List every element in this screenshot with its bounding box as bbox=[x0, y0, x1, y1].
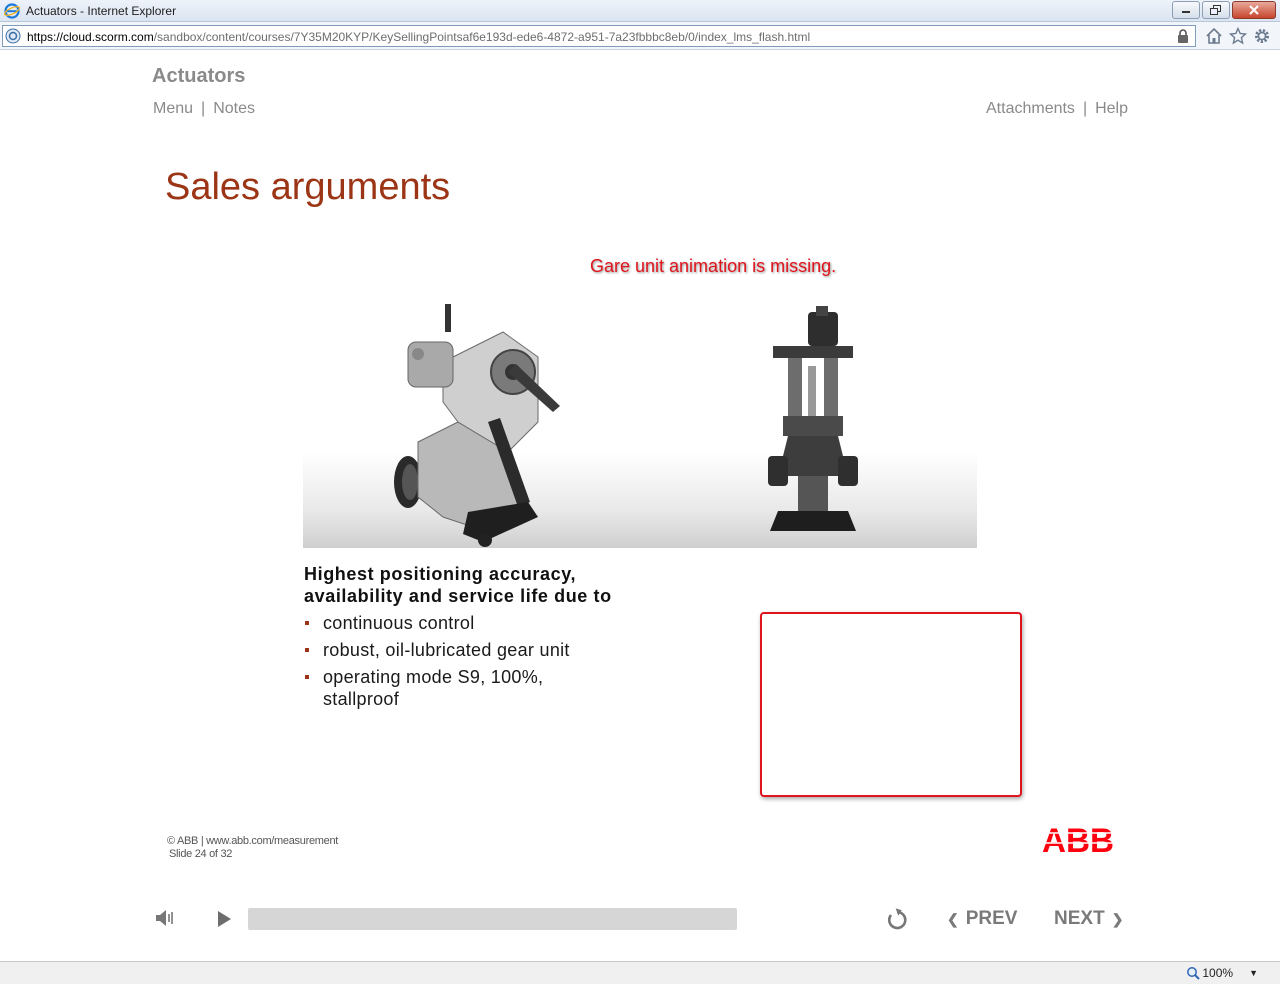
copyright-text: © ABB | www.abb.com/measurement bbox=[167, 835, 339, 847]
browser-status-bar: 100% ▼ bbox=[0, 961, 1280, 984]
bullet-item: continuous control bbox=[304, 612, 624, 634]
reviewer-note: Gare unit animation is missing. bbox=[590, 256, 837, 276]
slide-footer: © ABB | www.abb.com/measurement Slide 24… bbox=[167, 835, 338, 861]
replay-icon bbox=[887, 908, 907, 930]
headline-line-2: availability and service life due to bbox=[304, 586, 612, 606]
playback-progress-bar[interactable] bbox=[248, 908, 737, 930]
notes-link[interactable]: Notes bbox=[213, 100, 255, 118]
chevron-left-icon: ❮ bbox=[947, 910, 959, 927]
slide-headline: Highest positioning accuracy, availabili… bbox=[304, 563, 664, 607]
lock-icon[interactable] bbox=[1177, 29, 1189, 44]
chevron-right-icon: ❯ bbox=[1111, 910, 1124, 927]
prev-label: PREV bbox=[965, 908, 1018, 929]
play-button[interactable] bbox=[214, 908, 234, 930]
next-label: NEXT bbox=[1054, 908, 1105, 929]
next-button[interactable]: NEXT ❯ bbox=[1054, 905, 1130, 933]
annotation-box bbox=[760, 612, 1022, 797]
product-photo bbox=[303, 296, 977, 548]
address-bar: https://cloud.scorm.com/sandbox/content/… bbox=[0, 22, 1280, 50]
home-button[interactable] bbox=[1204, 26, 1224, 46]
course-title: Actuators bbox=[152, 65, 246, 87]
close-button[interactable] bbox=[1232, 1, 1276, 19]
favorites-button[interactable] bbox=[1228, 26, 1248, 46]
restore-button[interactable] bbox=[1202, 1, 1230, 19]
bullet-marker bbox=[305, 675, 309, 679]
bullet-marker bbox=[305, 621, 309, 625]
nav-divider: | bbox=[201, 100, 206, 117]
player-topnav-right: Attachments | Help bbox=[986, 100, 1128, 118]
window-titlebar: Actuators - Internet Explorer bbox=[0, 0, 1280, 22]
volume-button[interactable] bbox=[154, 907, 176, 929]
play-icon bbox=[218, 911, 231, 927]
close-icon bbox=[1249, 5, 1259, 15]
url-field[interactable]: https://cloud.scorm.com/sandbox/content/… bbox=[2, 25, 1196, 47]
bullet-list: continuous control robust, oil-lubricate… bbox=[304, 612, 624, 715]
favorites-star-icon bbox=[1229, 27, 1247, 45]
bullet-item: operating mode S9, 100%, stallproof bbox=[304, 666, 624, 710]
home-icon bbox=[1206, 27, 1222, 44]
gear-icon bbox=[1255, 29, 1269, 43]
minimize-button[interactable] bbox=[1172, 1, 1200, 19]
rotary-actuator-image bbox=[394, 304, 858, 547]
help-link[interactable]: Help bbox=[1095, 100, 1128, 118]
zoom-icon bbox=[1187, 967, 1201, 980]
volume-icon bbox=[156, 910, 173, 926]
slide-counter: Slide 24 of 32 bbox=[169, 848, 233, 860]
abb-logo: ABB bbox=[1042, 824, 1114, 854]
zoom-control[interactable]: 100% ▼ bbox=[1186, 966, 1258, 980]
tools-button[interactable] bbox=[1252, 26, 1272, 46]
minimize-icon bbox=[1182, 11, 1190, 13]
browser-toolbar bbox=[1204, 26, 1276, 46]
slide-title: Sales arguments bbox=[165, 166, 451, 208]
bullet-marker bbox=[305, 648, 309, 652]
window-title: Actuators - Internet Explorer bbox=[26, 4, 177, 18]
replay-button[interactable] bbox=[884, 907, 910, 933]
zoom-level: 100% bbox=[1202, 966, 1234, 980]
player-topnav-left: Menu | Notes bbox=[153, 100, 255, 118]
attachments-link[interactable]: Attachments bbox=[986, 100, 1075, 118]
window-controls bbox=[1170, 1, 1276, 19]
headline-line-1: Highest positioning accuracy, bbox=[304, 564, 577, 584]
abb-logo-text: ABB bbox=[1042, 824, 1114, 854]
ie-logo-icon bbox=[4, 3, 20, 19]
restore-icon bbox=[1210, 5, 1221, 15]
chevron-down-icon[interactable]: ▼ bbox=[1249, 968, 1258, 978]
site-favicon-icon bbox=[5, 28, 21, 44]
url-text: https://cloud.scorm.com/sandbox/content/… bbox=[27, 30, 811, 44]
nav-divider: | bbox=[1082, 100, 1088, 117]
menu-link[interactable]: Menu bbox=[153, 100, 193, 118]
prev-button[interactable]: ❮ PREV bbox=[940, 905, 1017, 933]
bullet-item: robust, oil-lubricated gear unit bbox=[304, 639, 624, 661]
